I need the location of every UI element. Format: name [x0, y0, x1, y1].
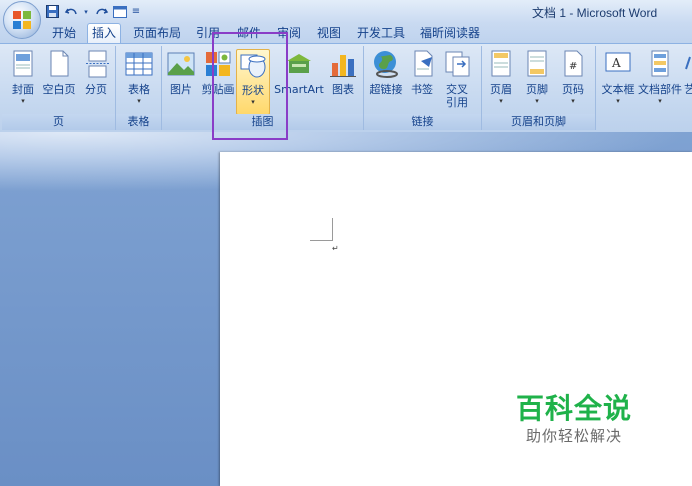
undo-icon[interactable]: [63, 4, 79, 20]
group-tables: 表格 ▾ 表格: [116, 46, 162, 130]
svg-text:#: #: [569, 61, 577, 72]
smartart-button[interactable]: SmartArt: [274, 49, 324, 96]
cross-reference-icon: [445, 51, 470, 77]
bookmark-icon: [414, 50, 433, 77]
redo-icon[interactable]: [93, 4, 109, 20]
dropdown-arrow-icon: ▾: [251, 98, 255, 106]
save-icon[interactable]: [44, 4, 60, 20]
quick-parts-button[interactable]: 文档部件 ▾: [638, 49, 682, 106]
tab-developer[interactable]: 开发工具: [357, 24, 405, 43]
margin-crop-mark: [310, 218, 333, 241]
shapes-icon: [240, 54, 266, 78]
dropdown-arrow-icon: ▾: [21, 97, 25, 105]
ribbon: 封面 ▾ 空白页 分页 页 表格 ▾ 表格 图片 剪贴画 形状 ▾ SmartA…: [0, 43, 692, 132]
group-label-tables: 表格: [116, 114, 161, 130]
cross-reference-button[interactable]: 交叉 引用: [442, 49, 472, 109]
hyperlink-button[interactable]: 超链接: [368, 49, 404, 96]
customize-qat-icon[interactable]: ≡: [131, 4, 141, 20]
tab-home[interactable]: 开始: [52, 24, 76, 43]
chart-icon: [330, 55, 356, 77]
tab-page-layout[interactable]: 页面布局: [133, 24, 181, 43]
tab-view[interactable]: 视图: [317, 24, 341, 43]
svg-text:A: A: [611, 56, 621, 70]
office-button[interactable]: [3, 1, 41, 39]
textbox-button[interactable]: A 文本框 ▾: [600, 49, 636, 106]
page-break-icon: [86, 50, 109, 78]
bookmark-button[interactable]: 书签: [408, 49, 436, 96]
page-number-button[interactable]: # 页码 ▾: [558, 49, 588, 106]
group-links: 超链接 书签 交叉 引用 链接: [364, 46, 482, 130]
picture-button[interactable]: 图片: [166, 49, 196, 96]
shapes-button[interactable]: 形状 ▾: [236, 49, 270, 115]
watermark: 百科全说 助你轻松解决: [516, 392, 632, 446]
tab-mailings[interactable]: 邮件: [237, 24, 261, 43]
tab-review[interactable]: 审阅: [277, 24, 301, 43]
header-icon: [491, 50, 511, 77]
window-title: 文档 1 - Microsoft Word: [532, 6, 658, 20]
footer-button[interactable]: 页脚 ▾: [522, 49, 552, 106]
dropdown-arrow-icon: ▾: [499, 97, 503, 105]
group-label-links: 链接: [364, 114, 481, 130]
table-icon: [125, 52, 153, 76]
group-label-pages: 页: [2, 114, 115, 130]
watermark-title: 百科全说: [516, 392, 633, 425]
tab-foxit-reader[interactable]: 福昕阅读器: [420, 24, 480, 43]
page-number-icon: #: [564, 50, 583, 77]
dropdown-arrow-icon: ▾: [571, 97, 575, 105]
picture-icon: [167, 52, 195, 76]
tab-references[interactable]: 引用: [196, 24, 220, 43]
footer-icon: [527, 50, 547, 77]
watermark-subtitle: 助你轻松解决: [526, 427, 623, 445]
dropdown-arrow-icon: ▾: [616, 97, 620, 105]
clip-art-icon: [206, 51, 231, 76]
cover-page-icon: [13, 50, 33, 77]
paragraph-mark-icon: ↵: [332, 244, 339, 253]
document-page[interactable]: ↵ 百科全说 助你轻松解决: [220, 152, 692, 486]
group-label-illustrations: 插图: [162, 114, 363, 130]
ribbon-tabs: 开始 插入 页面布局 引用 邮件 审阅 视图 开发工具 福昕阅读器: [0, 23, 692, 44]
dropdown-arrow-icon: ▾: [658, 97, 662, 105]
table-button[interactable]: 表格 ▾: [124, 49, 154, 106]
smartart-icon: [287, 54, 311, 73]
title-bar: ▾ ≡ 文档 1 - Microsoft Word: [0, 0, 692, 39]
header-button[interactable]: 页眉 ▾: [486, 49, 516, 106]
group-label-header-footer: 页眉和页脚: [482, 114, 595, 130]
textbox-icon: A: [605, 52, 631, 72]
clip-art-button[interactable]: 剪贴画: [200, 49, 236, 96]
page-break-button[interactable]: 分页: [82, 49, 110, 96]
wordart-button[interactable]: 艺: [684, 49, 692, 96]
dropdown-arrow-icon: ▾: [137, 97, 141, 105]
group-header-footer: 页眉 ▾ 页脚 ▾ # 页码 ▾ 页眉和页脚: [482, 46, 596, 130]
office-logo-icon: [13, 11, 31, 29]
group-illustrations: 图片 剪贴画 形状 ▾ SmartArt 图表 插图: [162, 46, 364, 130]
window-icon[interactable]: [112, 4, 128, 20]
group-text: A 文本框 ▾ 文档部件 ▾ 艺: [596, 46, 692, 130]
cover-page-button[interactable]: 封面 ▾: [8, 49, 38, 106]
dropdown-arrow-icon: ▾: [535, 97, 539, 105]
quick-access-toolbar: ▾ ≡: [44, 3, 141, 20]
chart-button[interactable]: 图表: [328, 49, 358, 96]
hyperlink-globe-icon: [374, 51, 398, 78]
group-pages: 封面 ▾ 空白页 分页 页: [2, 46, 116, 130]
document-workspace: ↵ 百科全说 助你轻松解决: [0, 132, 692, 486]
quick-parts-icon: [651, 50, 669, 77]
blank-page-button[interactable]: 空白页: [42, 49, 76, 96]
dropdown-icon[interactable]: ▾: [82, 4, 90, 20]
tab-insert[interactable]: 插入: [87, 23, 122, 44]
wordart-icon: [685, 56, 691, 70]
blank-page-icon: [50, 50, 69, 77]
